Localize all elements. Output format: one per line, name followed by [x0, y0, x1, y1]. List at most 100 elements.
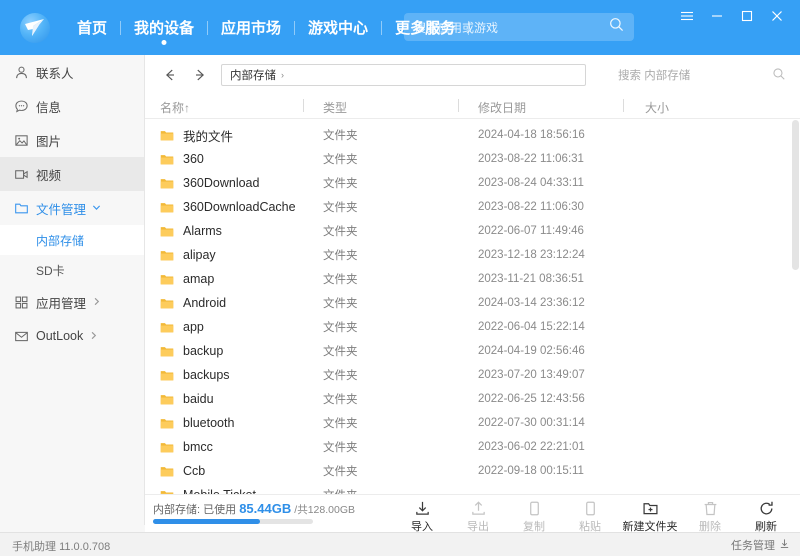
import-button[interactable]: 导入	[394, 497, 450, 534]
status-bar: 手机助理 11.0.0.708 任务管理	[0, 532, 800, 556]
app-version: 手机助理 11.0.0.708	[12, 538, 110, 554]
sidebar-item-app-management[interactable]: 应用管理	[0, 285, 144, 319]
column-divider[interactable]	[303, 99, 304, 112]
table-row[interactable]: backups 文件夹 2023-07-20 13:49:07	[145, 363, 800, 387]
search-icon[interactable]	[609, 17, 624, 37]
app-header: 首页 我的设备 应用市场 游戏中心 更多服务 搜索应用或游戏	[0, 0, 800, 55]
chevron-down-icon[interactable]	[92, 203, 101, 214]
nav-item-game-center[interactable]: 游戏中心	[295, 0, 381, 55]
column-divider[interactable]	[623, 99, 624, 112]
image-icon	[14, 133, 36, 148]
folder-icon	[160, 274, 174, 285]
file-modified-date: 2023-08-22 11:06:30	[478, 201, 584, 213]
minimize-icon[interactable]	[704, 4, 730, 28]
column-header-size[interactable]: 大小	[645, 99, 669, 116]
chevron-right-icon[interactable]	[92, 297, 101, 308]
path-breadcrumb-input[interactable]: 内部存储 ›	[221, 64, 586, 86]
table-row[interactable]: amap 文件夹 2023-11-21 08:36:51	[145, 267, 800, 291]
table-row[interactable]: Android 文件夹 2024-03-14 23:36:12	[145, 291, 800, 315]
table-row[interactable]: 360Download 文件夹 2023-08-24 04:33:11	[145, 171, 800, 195]
file-search-box[interactable]: 搜索 内部存储	[612, 63, 792, 87]
chevron-right-icon[interactable]	[89, 331, 98, 342]
column-divider[interactable]	[458, 99, 459, 112]
file-name: Android	[183, 296, 227, 310]
folder-icon	[160, 250, 174, 261]
file-type: 文件夹	[323, 226, 358, 238]
file-name: baidu	[183, 392, 214, 406]
new-folder-button[interactable]: 新建文件夹	[618, 497, 682, 534]
sidebar-item-messages[interactable]: 信息	[0, 89, 144, 123]
forward-button[interactable]	[187, 62, 213, 88]
nav-item-home[interactable]: 首页	[64, 0, 120, 55]
file-modified-date: 2023-06-02 22:21:01	[478, 441, 585, 453]
refresh-button[interactable]: 刷新	[738, 497, 794, 534]
global-search-input[interactable]: 搜索应用或游戏	[414, 19, 609, 36]
column-header-type[interactable]: 类型	[323, 99, 347, 116]
file-type: 文件夹	[323, 442, 358, 454]
table-row[interactable]: baidu 文件夹 2022-06-25 12:43:56	[145, 387, 800, 411]
nav-item-app-market[interactable]: 应用市场	[208, 0, 294, 55]
app-name: 手机助理	[12, 541, 56, 553]
file-type: 文件夹	[323, 178, 358, 190]
maximize-icon[interactable]	[734, 4, 760, 28]
sidebar-item-videos[interactable]: 视频	[0, 157, 144, 191]
sidebar-item-outlook[interactable]: OutLook	[0, 319, 144, 353]
path-separator-icon: ›	[281, 70, 284, 80]
menu-icon[interactable]	[674, 4, 700, 28]
table-row[interactable]: Alarms 文件夹 2022-06-07 11:49:46	[145, 219, 800, 243]
back-button[interactable]	[157, 62, 183, 88]
table-row[interactable]: Mobile Ticket文件夹	[145, 483, 800, 494]
column-header-name[interactable]: 名称↑	[160, 99, 190, 116]
file-type: 文件夹	[323, 418, 358, 430]
file-name: backup	[183, 344, 224, 358]
paper-plane-logo	[20, 12, 50, 43]
sidebar-subitem-label: 内部存储	[36, 233, 85, 248]
sidebar-item-file-management[interactable]: 文件管理	[0, 191, 144, 225]
file-search-input[interactable]: 搜索 内部存储	[618, 67, 772, 83]
column-header-date[interactable]: 修改日期	[478, 99, 526, 116]
file-type: 文件夹	[323, 394, 358, 406]
refresh-icon	[758, 499, 775, 518]
table-row[interactable]: 360 文件夹 2023-08-22 11:06:31	[145, 147, 800, 171]
nav-item-my-device[interactable]: 我的设备	[121, 0, 207, 55]
nav-active-indicator	[161, 40, 167, 45]
table-row[interactable]: 360DownloadCache 文件夹 2023-08-22 11:06:30	[145, 195, 800, 219]
global-search-box[interactable]: 搜索应用或游戏	[404, 13, 634, 41]
table-row[interactable]: app 文件夹 2022-06-04 15:22:14	[145, 315, 800, 339]
file-modified-date: 2022-06-25 12:43:56	[478, 393, 585, 405]
file-type: 文件夹	[323, 466, 358, 478]
grid-icon	[14, 295, 36, 310]
download-arrow-icon	[779, 538, 790, 552]
table-row[interactable]: bluetooth 文件夹 2022-07-30 00:31:14	[145, 411, 800, 435]
table-row[interactable]: alipay 文件夹 2023-12-18 23:12:24	[145, 243, 800, 267]
file-name: 360	[183, 152, 204, 166]
sidebar-subitem-sd-card[interactable]: SD卡	[0, 255, 144, 285]
file-type: 文件夹	[323, 274, 358, 286]
file-modified-date: 2024-03-14 23:36:12	[478, 297, 585, 309]
file-name: 360Download	[183, 176, 260, 190]
file-type: 文件夹	[323, 298, 358, 310]
table-row[interactable]: Ccb 文件夹 2022-09-18 00:15:11	[145, 459, 800, 483]
folder-icon	[160, 154, 174, 165]
paste-icon	[582, 499, 599, 518]
path-segment-internal-storage[interactable]: 内部存储	[230, 67, 276, 83]
sidebar-subitem-internal-storage[interactable]: 内部存储	[0, 225, 144, 255]
file-type: 文件夹	[323, 322, 358, 334]
sidebar-item-label: 视频	[36, 168, 62, 183]
file-list-scrollbar[interactable]	[792, 120, 799, 270]
sidebar-item-contacts[interactable]: 联系人	[0, 55, 144, 89]
window-controls	[674, 4, 790, 28]
trash-icon	[702, 499, 719, 518]
task-manager-button[interactable]: 任务管理	[731, 537, 790, 553]
sidebar-item-label: 应用管理	[36, 296, 87, 311]
search-icon[interactable]	[772, 67, 786, 84]
table-row[interactable]: 我的文件 文件夹 2024-04-18 18:56:16	[145, 123, 800, 147]
video-camera-icon	[14, 167, 36, 182]
table-row[interactable]: backup 文件夹 2024-04-19 02:56:46	[145, 339, 800, 363]
close-icon[interactable]	[764, 4, 790, 28]
bottom-action-bar: 内部存储: 已使用 85.44GB /共128.00GB 导入 导出 复制 粘贴 新建文…	[145, 494, 800, 534]
file-list[interactable]: 我的文件 文件夹 2024-04-18 18:56:16 360 文件夹 2023-08-…	[145, 119, 800, 494]
folder-icon	[160, 298, 174, 309]
sidebar-item-pictures[interactable]: 图片	[0, 123, 144, 157]
table-row[interactable]: bmcc 文件夹 2023-06-02 22:21:01	[145, 435, 800, 459]
